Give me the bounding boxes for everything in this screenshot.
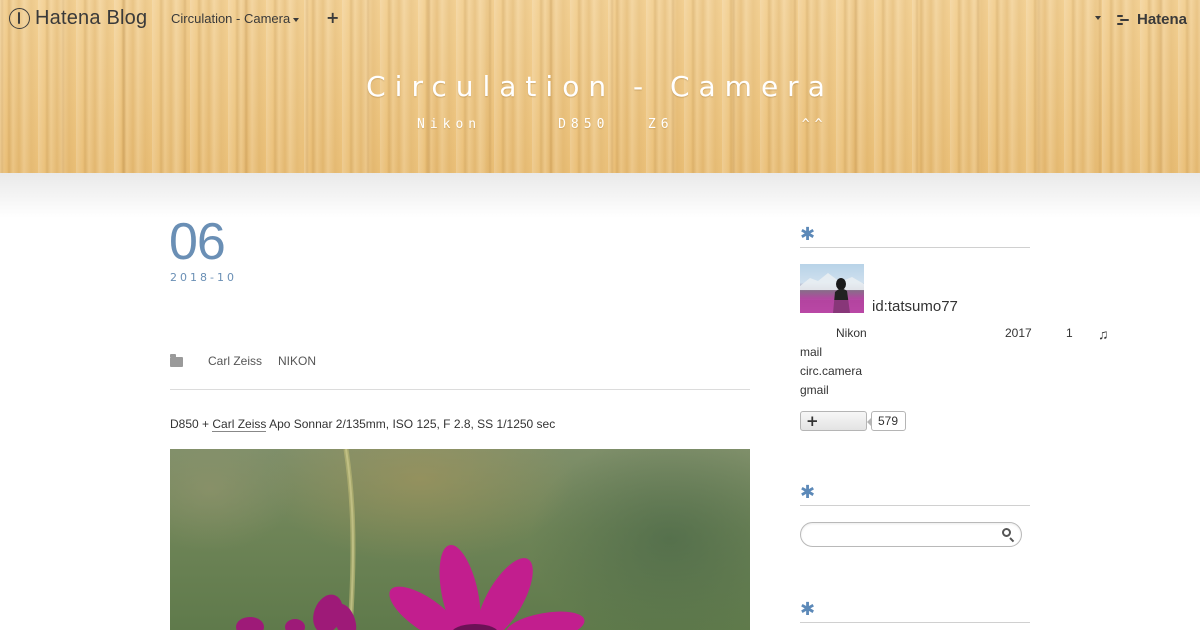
caption-camera: D850 + xyxy=(170,417,213,431)
avatar[interactable] xyxy=(800,264,864,313)
plus-icon: + xyxy=(806,412,819,430)
profile-user-id[interactable]: id:tatsumo77 xyxy=(872,298,958,315)
user-menu-caret-icon[interactable] xyxy=(1095,16,1101,20)
sidebar-heading-icon: ✱ xyxy=(800,224,816,245)
sidebar-divider xyxy=(800,622,1030,623)
sidebar-heading-icon: ✱ xyxy=(800,482,816,503)
entry-date-day[interactable]: 06 xyxy=(169,212,226,272)
caption-keyword-link[interactable]: Carl Zeiss xyxy=(212,417,267,432)
hatena-blog-logo-icon xyxy=(9,7,30,29)
blog-title[interactable]: Circulation - Camera xyxy=(0,70,1200,103)
follow-button[interactable]: + xyxy=(800,411,867,431)
hatena-logo-text: Hatena xyxy=(1137,11,1188,28)
sidebar-divider xyxy=(800,247,1030,248)
profile-text: 2017 xyxy=(1005,326,1032,340)
profile-contact: mail xyxy=(800,345,823,359)
profile-description: Nikon 2017 1 ♫ xyxy=(800,326,1120,342)
global-nav: Hatena Blog Circulation - Camera + Haten… xyxy=(0,0,1200,36)
folder-icon xyxy=(170,354,183,367)
blog-menu-dropdown[interactable]: Circulation - Camera xyxy=(171,11,300,26)
search-icon[interactable] xyxy=(1002,528,1016,543)
profile-text: 1 xyxy=(1066,326,1073,340)
category-link[interactable]: NIKON xyxy=(278,354,316,368)
sidebar-heading-icon: ✱ xyxy=(800,599,816,620)
blog-menu-label: Circulation - Camera xyxy=(171,11,291,26)
category-link[interactable]: Carl Zeiss xyxy=(208,354,262,368)
avatar-image xyxy=(800,273,864,313)
sidebar-divider xyxy=(800,505,1030,506)
hatena-blog-logo-text: Hatena Blog xyxy=(35,6,148,29)
caret-down-icon xyxy=(293,17,300,22)
entry-categories: Carl Zeiss NIKON xyxy=(170,353,316,369)
reader-count[interactable]: 579 xyxy=(867,411,906,431)
hatena-mark-icon xyxy=(1117,13,1133,27)
music-note-icon: ♫ xyxy=(1098,326,1109,342)
hatena-blog-logo[interactable]: Hatena Blog xyxy=(9,7,147,29)
profile-contact: gmail xyxy=(800,383,829,397)
cosmos-flower-image xyxy=(236,449,585,630)
profile-text: Nikon xyxy=(836,326,867,340)
search-form xyxy=(800,522,1022,547)
plus-icon[interactable]: + xyxy=(326,8,339,27)
search-input[interactable] xyxy=(811,526,991,543)
hatena-logo[interactable]: Hatena xyxy=(1117,11,1187,28)
entry-photo[interactable] xyxy=(170,449,750,630)
caption-settings: Apo Sonnar 2/135mm, ISO 125, F 2.8, SS 1… xyxy=(266,417,556,431)
profile-contact: circ.camera xyxy=(800,364,863,378)
blog-description: Nikon D850 Z6 ^^ xyxy=(417,117,828,132)
entry-caption: D850 + Carl Zeiss Apo Sonnar 2/135mm, IS… xyxy=(170,417,556,432)
entry-divider xyxy=(170,389,750,390)
entry-date-year-month[interactable]: 2018-10 xyxy=(170,271,237,284)
